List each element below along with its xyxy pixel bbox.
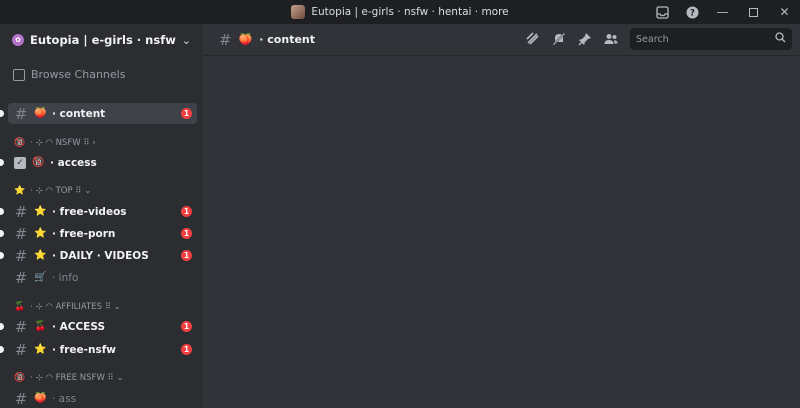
guild-icon: ✿	[12, 34, 24, 46]
category-label: · ⊹ ◠ TOP ⠿ ⌄	[30, 186, 92, 196]
main-panel: # 🍑 · content Search	[203, 24, 800, 408]
category-label: · ⊹ ◠ NSFW ⠿ ›	[30, 138, 96, 148]
channel-name: · info	[52, 271, 79, 284]
help-icon[interactable]: ?	[677, 0, 707, 24]
hash-icon: #	[14, 246, 28, 265]
channel-free-nsfw[interactable]: # ⭐ · free-nsfw 1	[0, 339, 197, 360]
cherry-icon: 🍒	[14, 302, 26, 312]
hash-icon: #	[14, 202, 28, 221]
channel-header: # 🍑 · content Search	[203, 24, 800, 56]
unread-indicator	[0, 323, 4, 330]
channel-access-affiliate[interactable]: # 🍒 · ACCESS 1	[0, 316, 197, 337]
search-icon	[775, 32, 786, 46]
star-icon: ⭐	[34, 228, 47, 239]
unread-indicator	[0, 159, 4, 166]
eighteen-plus-icon: 🔞	[32, 157, 45, 168]
unread-indicator	[0, 230, 4, 237]
unread-indicator	[0, 208, 4, 215]
channel-access[interactable]: ✓ 🔞 · access	[0, 152, 197, 173]
star-icon: ⭐	[14, 186, 26, 196]
cherry-icon: 🍒	[34, 321, 47, 332]
category-free-nsfw[interactable]: 🔞 · ⊹ ◠ FREE NSFW ⠿ ⌄	[14, 371, 124, 385]
mention-badge: 1	[181, 250, 192, 261]
title-bar: Eutopia | e-girls · nsfw · hentai · more…	[0, 0, 800, 24]
peach-icon: 🍑	[34, 108, 47, 119]
channel-title: · content	[259, 33, 316, 46]
eighteen-plus-icon: 🔞	[14, 138, 26, 148]
hash-icon: #	[219, 30, 232, 49]
browse-channels-button[interactable]: Browse Channels	[13, 68, 125, 81]
channel-free-porn[interactable]: # ⭐ · free-porn 1	[0, 223, 197, 244]
checkbox-icon: ✓	[14, 156, 26, 169]
svg-text:?: ?	[690, 8, 695, 18]
peach-icon: 🍑	[238, 33, 253, 46]
star-icon: ⭐	[34, 344, 47, 355]
notification-bell-muted-icon[interactable]	[552, 32, 566, 46]
unread-indicator	[0, 346, 4, 353]
server-avatar-icon	[291, 5, 306, 19]
hash-icon: #	[14, 317, 28, 336]
maximize-icon[interactable]	[738, 0, 769, 24]
member-list-icon[interactable]	[604, 32, 618, 46]
category-nsfw[interactable]: 🔞 · ⊹ ◠ NSFW ⠿ ›	[14, 136, 96, 150]
hash-icon: #	[14, 268, 28, 287]
cart-icon: 🛒	[34, 272, 47, 283]
channel-name: · free-nsfw	[52, 343, 116, 356]
chevron-down-icon: ⌄	[181, 33, 191, 47]
minimize-icon[interactable]: —	[707, 0, 738, 24]
hash-icon: #	[14, 224, 28, 243]
browse-channels-label: Browse Channels	[31, 68, 126, 81]
threads-icon[interactable]	[526, 32, 540, 46]
hash-icon: #	[14, 340, 28, 359]
guild-header[interactable]: ✿ Eutopia | e-girls · nsfw · hent... ⌄	[0, 24, 203, 56]
pin-icon[interactable]	[578, 32, 592, 46]
hash-icon: #	[14, 389, 28, 408]
browse-channels-icon	[13, 68, 25, 81]
header-toolbar: Search	[526, 28, 792, 50]
window-title: Eutopia | e-girls · nsfw · hentai · more	[311, 6, 509, 18]
window-title-group: Eutopia | e-girls · nsfw · hentai · more	[291, 5, 509, 19]
channel-name: · free-videos	[52, 205, 127, 218]
channel-daily-videos[interactable]: # ⭐ · DAILY · VIDEOS 1	[0, 245, 197, 266]
peach-icon: 🍑	[34, 393, 47, 404]
channel-free-videos[interactable]: # ⭐ · free-videos 1	[0, 201, 197, 222]
mention-badge: 1	[181, 321, 192, 332]
channel-name: · ACCESS	[52, 320, 106, 333]
inbox-icon[interactable]	[647, 0, 677, 24]
channel-ass[interactable]: # 🍑 · ass	[8, 388, 197, 408]
star-icon: ⭐	[34, 250, 47, 261]
channel-name: · ass	[52, 392, 77, 405]
message-area	[203, 56, 800, 408]
unread-indicator	[0, 252, 4, 259]
category-top[interactable]: ⭐ · ⊹ ◠ TOP ⠿ ⌄	[14, 184, 91, 198]
channel-content[interactable]: # 🍑 · content 1	[0, 103, 197, 124]
hash-icon: #	[14, 104, 28, 123]
channel-sidebar: ✿ Eutopia | e-girls · nsfw · hent... ⌄ B…	[0, 24, 203, 408]
channel-info[interactable]: # 🛒 · info	[8, 267, 197, 288]
channel-name: · free-porn	[52, 227, 116, 240]
category-affiliates[interactable]: 🍒 · ⊹ ◠ AFFILIATES ⠿ ⌄	[14, 300, 121, 314]
mention-badge: 1	[181, 344, 192, 355]
channel-name: · access	[50, 156, 97, 169]
star-icon: ⭐	[34, 206, 47, 217]
search-input[interactable]: Search	[630, 28, 792, 50]
close-icon[interactable]: ✕	[769, 0, 800, 24]
search-placeholder: Search	[636, 33, 669, 45]
eighteen-plus-icon: 🔞	[14, 373, 26, 383]
mention-badge: 1	[181, 206, 192, 217]
unread-indicator	[0, 110, 4, 117]
channel-name: · DAILY · VIDEOS	[52, 249, 149, 262]
guild-name: Eutopia | e-girls · nsfw · hent...	[30, 33, 176, 47]
mention-badge: 1	[181, 228, 192, 239]
channel-name: · content	[52, 107, 106, 120]
category-label: · ⊹ ◠ AFFILIATES ⠿ ⌄	[30, 302, 121, 312]
mention-badge: 1	[181, 108, 192, 119]
window-controls: ? — ✕	[647, 0, 800, 24]
category-label: · ⊹ ◠ FREE NSFW ⠿ ⌄	[30, 373, 124, 383]
